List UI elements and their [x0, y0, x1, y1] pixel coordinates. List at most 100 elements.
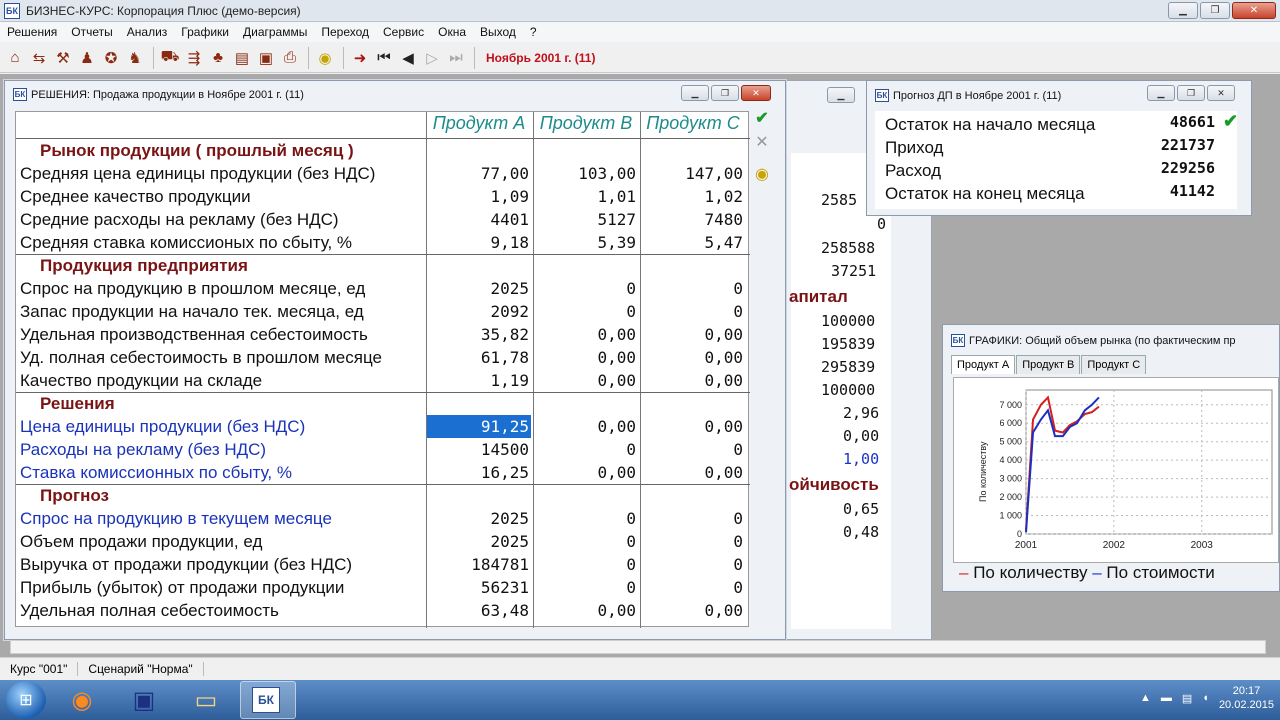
workers-icon[interactable]: ♞ [124, 47, 146, 69]
value-cell: 56231 [480, 578, 529, 597]
tab-product-c[interactable]: Продукт C [1081, 355, 1147, 374]
forecast-close-button[interactable]: ✕ [1207, 85, 1235, 101]
graphs-window[interactable]: БК ГРАФИКИ: Общий объем рынка (по фактиче… [942, 324, 1280, 592]
value-cell: 0 [733, 302, 743, 321]
arrow-right-icon[interactable]: ➜ [349, 47, 371, 69]
next-icon[interactable]: ▷ [421, 47, 443, 69]
print-icon[interactable]: ⎙ [279, 47, 301, 69]
decision-input-cell[interactable]: 0 [534, 438, 638, 461]
clock-date: 20.02.2015 [1218, 699, 1274, 711]
moneybag-icon[interactable]: ♣ [207, 47, 229, 69]
forecast-maximize-button[interactable]: ❐ [1177, 85, 1205, 101]
decision-input-cell[interactable]: 16,25 [427, 461, 531, 484]
current-period: Ноябрь 2001 г. (11) [486, 50, 596, 65]
value-cell: 0 [626, 532, 636, 551]
volume-icon[interactable]: ◖ [1202, 692, 1209, 704]
last-icon[interactable]: ⏭ [445, 47, 467, 69]
tray-expand-icon[interactable]: ▲ [1140, 692, 1151, 704]
menu-goto[interactable]: Переход [314, 25, 376, 39]
row-label: Рынок продукции ( прошлый месяц ) [40, 141, 354, 160]
row-label: Удельная производственная себестоимость [20, 325, 368, 344]
taskbar-app-icon[interactable]: БК [240, 681, 296, 719]
coin-icon[interactable]: ◉ [314, 47, 336, 69]
y-tick-label: 6 000 [999, 418, 1022, 428]
row-label: Среднее качество продукции [20, 187, 251, 206]
floppy-save-icon[interactable]: ▣ [116, 681, 172, 719]
table-row: Средняя цена единицы продукции (без НДС)… [16, 162, 750, 185]
transport-icon[interactable]: ⇶ [183, 47, 205, 69]
cancel-icon[interactable]: ✕ [753, 133, 771, 151]
row-label: Расходы на рекламу (без НДС) [20, 440, 267, 459]
value-cell: 0 [626, 578, 636, 597]
checkmark-icon[interactable]: ✔ [1223, 111, 1238, 132]
checkmark-icon[interactable]: ✔ [753, 109, 771, 127]
decision-input-cell[interactable]: 14500 [427, 438, 531, 461]
row-label: Спрос на продукцию в текущем месяце [20, 509, 332, 528]
app-titlebar: БК БИЗНЕС-КУРС: Корпорация Плюс (демо-ве… [0, 0, 1280, 22]
people-icon[interactable]: ♟ [76, 47, 98, 69]
column-header: Продукт C [646, 113, 740, 133]
close-button[interactable]: ✕ [1232, 2, 1276, 19]
row-label: Объем продажи продукции, ед [20, 532, 263, 551]
maximize-button[interactable]: ❐ [1200, 2, 1230, 19]
menu-windows[interactable]: Окна [431, 25, 473, 39]
market-chart: 0 1 000 2 000 3 000 4 000 5 000 6 000 7 000 2001… [953, 377, 1279, 563]
menu-bar: Решения Отчеты Анализ Графики Диаграммы … [0, 22, 1280, 42]
menu-decisions[interactable]: Решения [0, 25, 64, 39]
bg-value: 0,00 [843, 427, 880, 445]
network-icon[interactable]: ▤ [1182, 692, 1192, 705]
truck-icon[interactable]: ⛟ [159, 47, 181, 69]
window-logo-icon: БК [875, 89, 889, 102]
tab-product-a[interactable]: Продукт A [951, 355, 1016, 374]
forecast-minimize-button[interactable]: ▁ [1147, 85, 1175, 101]
value-cell: 5,47 [704, 233, 743, 252]
report-icon[interactable]: ▣ [255, 47, 277, 69]
menu-exit[interactable]: Выход [473, 25, 523, 39]
windows-start-icon[interactable]: ⊞ [6, 681, 46, 719]
value-cell: 0 [733, 578, 743, 597]
market-chart-svg: 0 1 000 2 000 3 000 4 000 5 000 6 000 7 000 2001… [978, 389, 1273, 551]
document-icon[interactable]: ▤ [231, 47, 253, 69]
forecast-window[interactable]: БК Прогноз ДП в Ноябре 2001 г. (11) ▁ ❐ ✕… [866, 80, 1252, 216]
folder-icon[interactable]: ▭ [178, 681, 234, 719]
menu-graphs[interactable]: Графики [174, 25, 236, 39]
y-axis-label: По количеству [978, 441, 988, 502]
factory-icon[interactable]: ⌂ [4, 47, 26, 69]
table-row: Прибыль (убыток) от продажи продукции 562… [16, 576, 750, 599]
arrows-icon[interactable]: ⇆ [28, 47, 50, 69]
bg-value: 0,48 [843, 523, 880, 541]
crane-icon[interactable]: ⚒ [52, 47, 74, 69]
tab-product-b[interactable]: Продукт B [1016, 355, 1081, 374]
flag-icon[interactable]: ▬ [1161, 692, 1172, 704]
clock[interactable]: 20:17 20.02.2015 [1219, 684, 1274, 712]
menu-reports[interactable]: Отчеты [64, 25, 119, 39]
decision-input-cell[interactable]: 0,00 [534, 461, 638, 484]
decisions-minimize-button[interactable]: ▁ [681, 85, 709, 101]
previous-icon[interactable]: ◀ [397, 47, 419, 69]
bg-minimize-button[interactable]: ▁ [827, 87, 855, 103]
menu-service[interactable]: Сервис [376, 25, 431, 39]
row-label: Спрос на продукцию в прошлом месяце, ед [20, 279, 366, 298]
first-icon[interactable]: ⏮ [373, 47, 395, 69]
value-cell: 0 [626, 555, 636, 574]
table-row: Ставка комиссионных по сбыту, % 16,25 0,00… [16, 461, 750, 484]
menu-diagrams[interactable]: Диаграммы [236, 25, 314, 39]
decision-input-cell[interactable]: 0,00 [534, 415, 638, 438]
coin-icon[interactable]: ◉ [753, 165, 771, 183]
status-scenario: Сценарий "Норма" [78, 661, 204, 676]
menu-analysis[interactable]: Анализ [120, 25, 175, 39]
minimize-button[interactable]: ▁ [1168, 2, 1198, 19]
graphs-title: ГРАФИКИ: Общий объем рынка (по фактическ… [969, 334, 1236, 347]
y-tick-label: 2 000 [999, 492, 1022, 502]
decisions-window[interactable]: БК РЕШЕНИЯ: Продажа продукции в Ноябре 20… [4, 80, 786, 640]
decision-input-cell[interactable]: 0,00 [641, 415, 745, 438]
decision-input-cell[interactable]: 91,25 [427, 415, 531, 438]
decisions-maximize-button[interactable]: ❐ [711, 85, 739, 101]
decisions-close-button[interactable]: ✕ [741, 85, 771, 101]
firefox-icon[interactable]: ◉ [54, 681, 110, 719]
menu-help[interactable]: ? [523, 25, 544, 39]
horizontal-scrollbar[interactable] [10, 640, 1266, 654]
star-icon[interactable]: ✪ [100, 47, 122, 69]
decision-input-cell[interactable]: 0 [641, 438, 745, 461]
decision-input-cell[interactable]: 0,00 [641, 461, 745, 484]
